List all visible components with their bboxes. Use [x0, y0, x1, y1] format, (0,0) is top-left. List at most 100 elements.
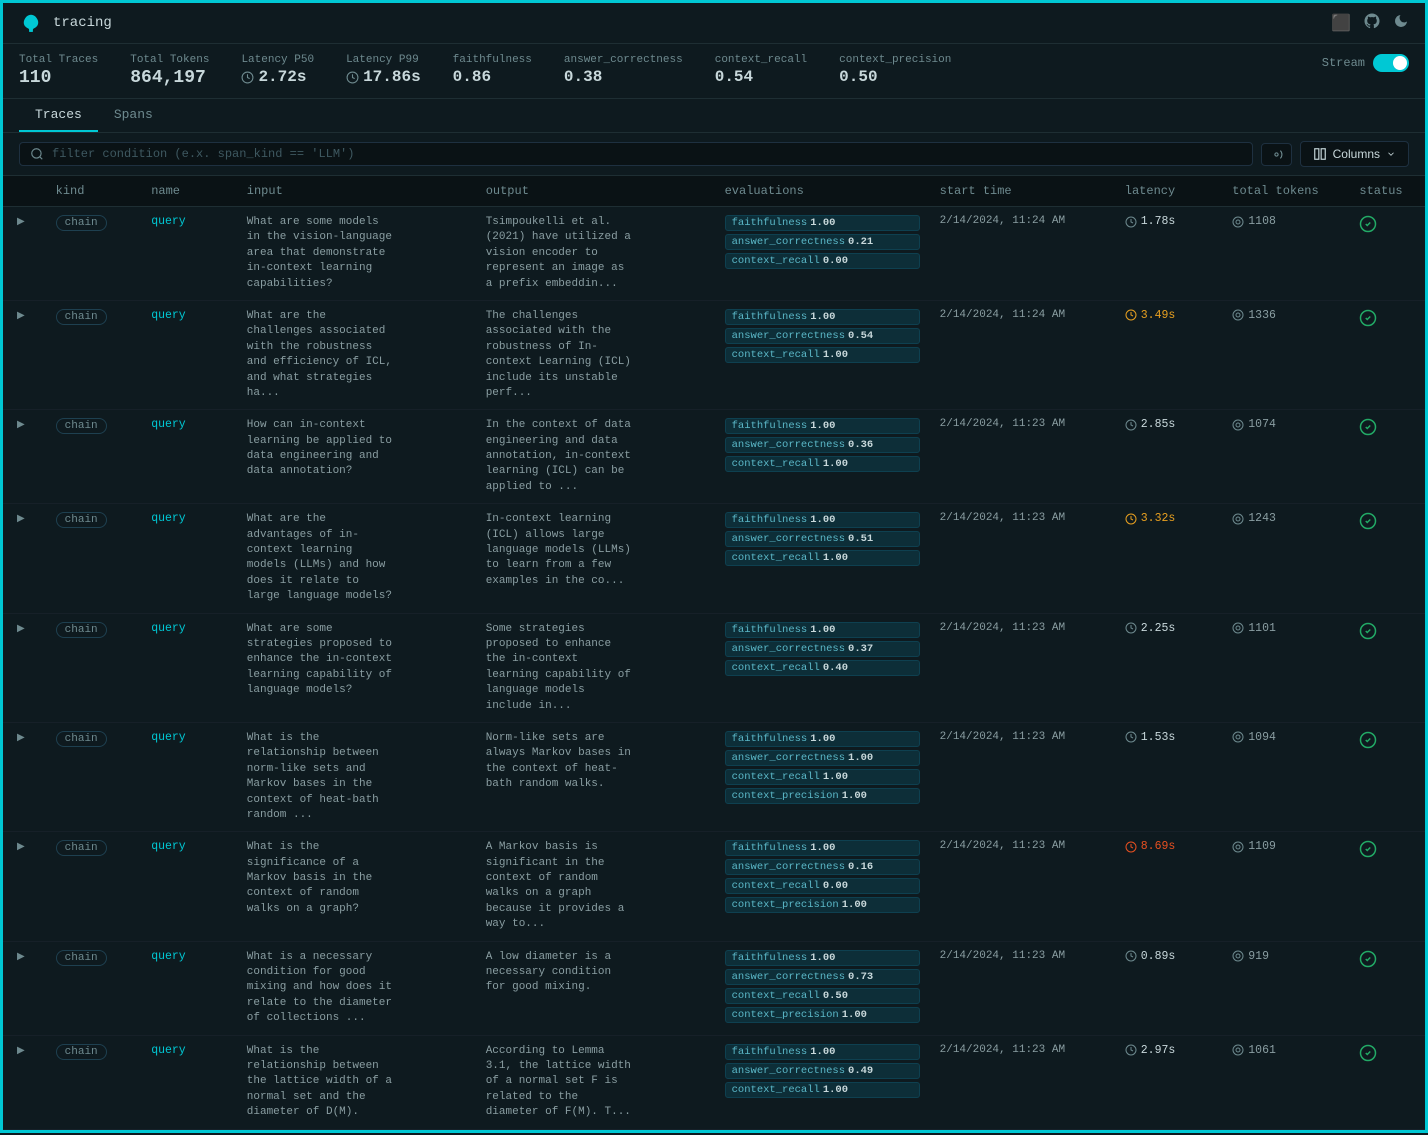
- row-name-link[interactable]: query: [151, 731, 186, 744]
- row-name-cell[interactable]: query: [141, 832, 237, 941]
- eval-badge-answer_correctness: answer_correctness 0.21: [725, 234, 920, 250]
- eval-badge-faithfulness: faithfulness 1.00: [725, 309, 920, 325]
- github-icon[interactable]: [1363, 12, 1381, 35]
- row-expand-button[interactable]: ▶: [13, 419, 29, 430]
- latency-value: 0.89s: [1125, 950, 1213, 963]
- tab-spans[interactable]: Spans: [98, 99, 169, 132]
- latency-value: 2.25s: [1125, 622, 1213, 635]
- stat-latency-p99: Latency P99 17.86s: [346, 54, 421, 86]
- kind-badge: chain: [56, 1044, 107, 1060]
- row-name-cell[interactable]: query: [141, 300, 237, 409]
- row-name-link[interactable]: query: [151, 1044, 186, 1057]
- row-eval-cell: faithfulness 1.00answer_correctness 0.16…: [715, 832, 930, 941]
- eval-badge-answer_correctness: answer_correctness 0.73: [725, 969, 920, 985]
- latency-value: 2.85s: [1125, 418, 1213, 431]
- row-output-cell: A Markov basis is significant in the con…: [476, 832, 715, 941]
- row-start-time-cell: 2/14/2024, 11:23 AM: [930, 410, 1115, 504]
- columns-button[interactable]: Columns: [1300, 141, 1409, 167]
- row-kind-cell: chain: [46, 410, 142, 504]
- monitor-icon[interactable]: ⬛: [1331, 13, 1351, 33]
- row-name-link[interactable]: query: [151, 840, 186, 853]
- kind-badge: chain: [56, 215, 107, 231]
- row-name-link[interactable]: query: [151, 309, 186, 322]
- eval-badge-context_recall: context_recall 0.00: [725, 878, 920, 894]
- th-kind: kind: [46, 176, 142, 207]
- row-start-time-cell: 2/14/2024, 11:23 AM: [930, 722, 1115, 831]
- table-row: ▶chainqueryWhat are the challenges assoc…: [3, 300, 1425, 409]
- row-name-link[interactable]: query: [151, 418, 186, 431]
- row-expand-button[interactable]: ▶: [13, 732, 29, 743]
- row-status-cell: [1349, 207, 1425, 301]
- filter-options-button[interactable]: [1261, 143, 1292, 166]
- th-total-tokens: total tokens: [1222, 176, 1349, 207]
- row-output-text: In-context learning (ICL) allows large l…: [486, 512, 636, 589]
- row-expand-button[interactable]: ▶: [13, 1045, 29, 1056]
- row-latency-cell: 8.69s: [1115, 832, 1223, 941]
- row-start-time-cell: 2/14/2024, 11:23 AM: [930, 1035, 1115, 1129]
- row-output-text: In the context of data engineering and d…: [486, 418, 636, 495]
- row-name-cell[interactable]: query: [141, 410, 237, 504]
- tab-traces[interactable]: Traces: [19, 99, 98, 132]
- tabs-bar: Traces Spans: [3, 99, 1425, 133]
- row-input-text: What is a necessary condition for good m…: [247, 950, 397, 1027]
- eval-badge-context_recall: context_recall 1.00: [725, 769, 920, 785]
- row-input-cell: What are the challenges associated with …: [237, 300, 476, 409]
- row-kind-cell: chain: [46, 722, 142, 831]
- row-latency-cell: 1.53s: [1115, 722, 1223, 831]
- row-output-text: Norm-like sets are always Markov bases i…: [486, 731, 636, 793]
- row-input-cell: What is the relationship between the lat…: [237, 1035, 476, 1129]
- row-tokens-cell: 1109: [1222, 832, 1349, 941]
- table-row: ▶chainqueryWhat are some strategies prop…: [3, 613, 1425, 722]
- row-name-link[interactable]: query: [151, 950, 186, 963]
- filter-input[interactable]: [52, 147, 1242, 161]
- row-name-cell[interactable]: query: [141, 613, 237, 722]
- row-expand-button[interactable]: ▶: [13, 623, 29, 634]
- stream-switch[interactable]: [1373, 54, 1409, 72]
- th-evaluations: evaluations: [715, 176, 930, 207]
- row-expand-button[interactable]: ▶: [13, 841, 29, 852]
- table-row: ▶chainqueryWhat is the relationship betw…: [3, 722, 1425, 831]
- eval-badge-answer_correctness: answer_correctness 0.16: [725, 859, 920, 875]
- row-expand-button[interactable]: ▶: [13, 216, 29, 227]
- row-status-cell: [1349, 722, 1425, 831]
- top-bar: tracing ⬛: [3, 3, 1425, 44]
- eval-badge-answer_correctness: answer_correctness 1.00: [725, 750, 920, 766]
- tokens-value: 1074: [1232, 418, 1339, 431]
- row-expand-cell: ▶: [3, 613, 46, 722]
- row-name-cell[interactable]: query: [141, 504, 237, 613]
- row-name-link[interactable]: query: [151, 512, 186, 525]
- row-name-cell[interactable]: query: [141, 1035, 237, 1129]
- row-name-link[interactable]: query: [151, 215, 186, 228]
- stat-latency-p50: Latency P50 2.72s: [241, 54, 314, 86]
- row-name-cell[interactable]: query: [141, 207, 237, 301]
- row-tokens-cell: 1243: [1222, 504, 1349, 613]
- th-latency: latency: [1115, 176, 1223, 207]
- row-status-cell: [1349, 613, 1425, 722]
- row-output-cell: In the context of data engineering and d…: [476, 410, 715, 504]
- row-tokens-cell: 1336: [1222, 300, 1349, 409]
- row-tokens-cell: 1108: [1222, 207, 1349, 301]
- eval-badge-context_precision: context_precision 1.00: [725, 1007, 920, 1023]
- eval-badge-faithfulness: faithfulness 1.00: [725, 950, 920, 966]
- row-expand-button[interactable]: ▶: [13, 513, 29, 524]
- status-ok-icon: [1359, 736, 1377, 754]
- row-name-link[interactable]: query: [151, 622, 186, 635]
- status-ok-icon: [1359, 314, 1377, 332]
- row-expand-button[interactable]: ▶: [13, 951, 29, 962]
- row-name-cell[interactable]: query: [141, 941, 237, 1035]
- tokens-value: 1109: [1232, 840, 1339, 853]
- row-input-text: What are the challenges associated with …: [247, 309, 397, 401]
- table-row: ▶ chain query What is the relationship betw…: [3, 1035, 1425, 1129]
- row-expand-button[interactable]: ▶: [13, 310, 29, 321]
- status-ok-icon: [1359, 517, 1377, 535]
- row-output-text: According to Lemma 3.1, the lattice widt…: [486, 1044, 636, 1121]
- eval-badge-faithfulness: faithfulness 1.00: [725, 418, 920, 434]
- row-input-cell: What is a necessary condition for good m…: [237, 941, 476, 1035]
- row-latency-cell: 3.32s: [1115, 504, 1223, 613]
- theme-icon[interactable]: [1393, 13, 1409, 34]
- eval-badge-faithfulness: faithfulness 1.00: [725, 512, 920, 528]
- stat-context-recall: context_recall 0.54: [715, 54, 807, 86]
- stream-toggle[interactable]: Stream: [1322, 54, 1409, 72]
- row-name-cell[interactable]: query: [141, 722, 237, 831]
- row-input-text: What are the advantages of in-context le…: [247, 512, 397, 604]
